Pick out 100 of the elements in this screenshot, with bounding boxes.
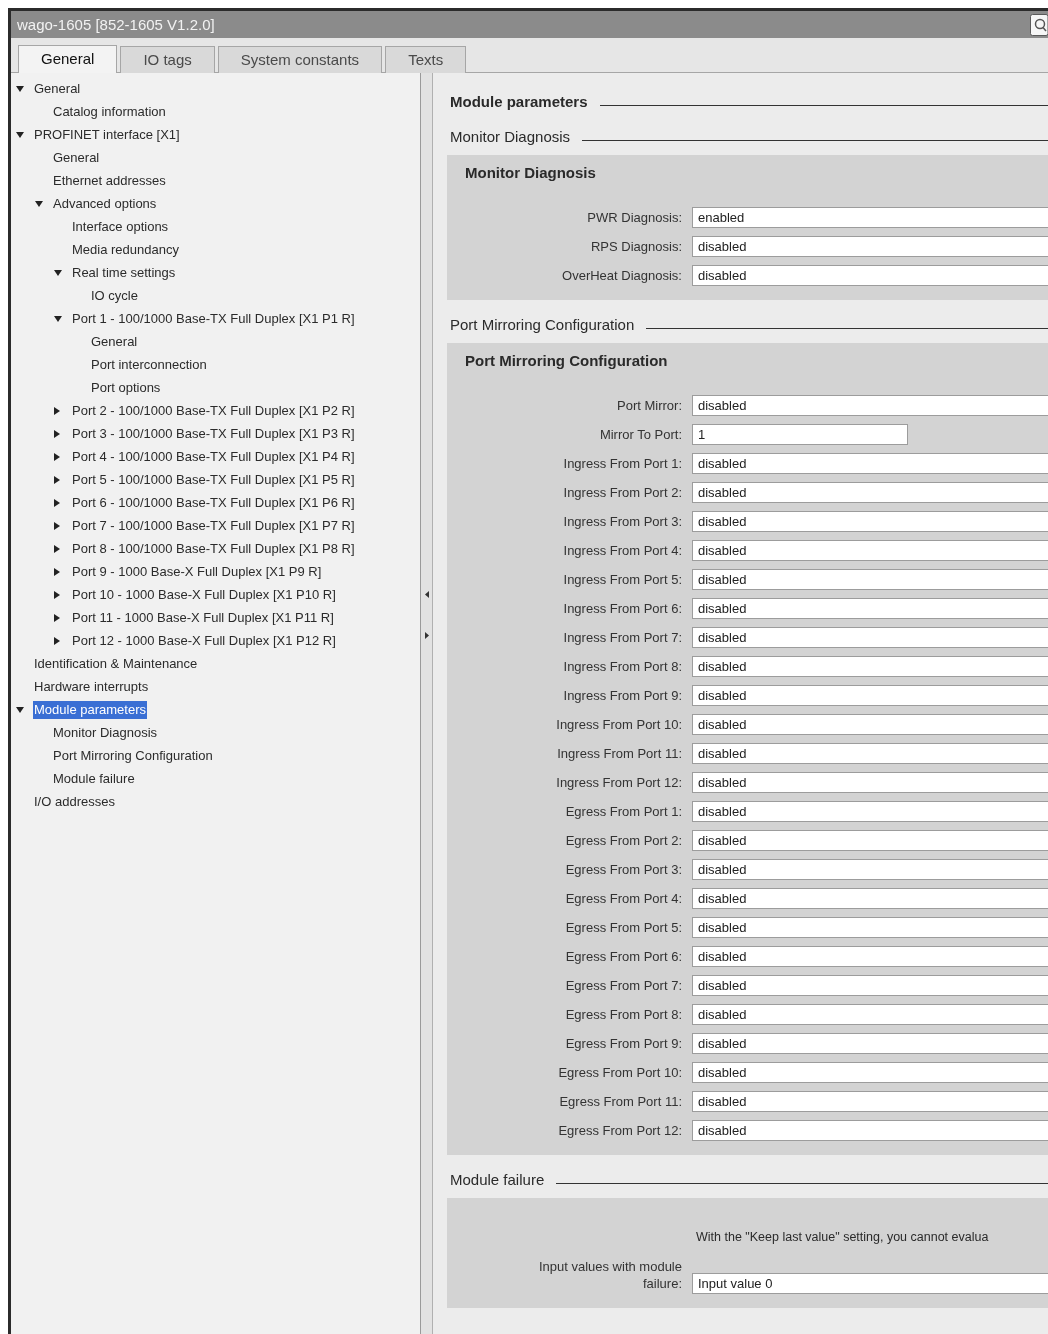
- dropdown-field[interactable]: disabled: [692, 453, 1048, 474]
- caret-right-icon[interactable]: [54, 406, 60, 415]
- dropdown-field[interactable]: disabled: [692, 685, 1048, 706]
- tree-item[interactable]: Port Mirroring Configuration: [52, 746, 214, 765]
- caret-down-icon[interactable]: [16, 85, 24, 92]
- tree-item[interactable]: I/O addresses: [33, 792, 116, 811]
- field-label: Egress From Port 1:: [565, 803, 682, 820]
- caret-right-icon[interactable]: [54, 590, 60, 599]
- dropdown-field[interactable]: disabled: [692, 801, 1048, 822]
- dropdown-field[interactable]: disabled: [692, 830, 1048, 851]
- dropdown-field[interactable]: disabled: [692, 236, 1048, 257]
- dropdown-field[interactable]: disabled: [692, 714, 1048, 735]
- dropdown-field[interactable]: disabled: [692, 482, 1048, 503]
- caret-down-icon[interactable]: [54, 269, 62, 276]
- tree-item[interactable]: Port options: [90, 378, 162, 397]
- dropdown-field[interactable]: disabled: [692, 569, 1048, 590]
- caret-down-icon[interactable]: [16, 131, 24, 138]
- section-heading: Monitor Diagnosis: [450, 127, 571, 147]
- tree-item[interactable]: Port 8 - 100/1000 Base-TX Full Duplex [X1 P8 R]: [71, 539, 356, 558]
- tree-item[interactable]: General: [90, 332, 139, 351]
- tree-item[interactable]: Port 7 - 100/1000 Base-TX Full Duplex [X1 P7 R]: [71, 516, 356, 535]
- tree-item[interactable]: Port 11 - 1000 Base-X Full Duplex [X1 P11 R]: [71, 608, 335, 627]
- dropdown-field[interactable]: disabled: [692, 656, 1048, 677]
- caret-right-icon[interactable]: [54, 636, 60, 645]
- caret-right-icon[interactable]: [54, 567, 60, 576]
- field-label: PWR Diagnosis:: [587, 209, 682, 226]
- field-label: Egress From Port 12:: [558, 1122, 682, 1139]
- dropdown-field[interactable]: disabled: [692, 265, 1048, 286]
- section-heading: Module parameters: [450, 92, 588, 112]
- tree-item[interactable]: Port 12 - 1000 Base-X Full Duplex [X1 P12 R]: [71, 631, 337, 650]
- tree-item[interactable]: Port interconnection: [90, 355, 208, 374]
- search-icon[interactable]: [1030, 13, 1048, 36]
- tree-item[interactable]: Port 10 - 1000 Base-X Full Duplex [X1 P10 R]: [71, 585, 337, 604]
- caret-right-icon[interactable]: [54, 452, 60, 461]
- dropdown-field[interactable]: enabled: [692, 207, 1048, 228]
- tree-item[interactable]: Port 4 - 100/1000 Base-TX Full Duplex [X1 P4 R]: [71, 447, 356, 466]
- caret-right-icon[interactable]: [54, 613, 60, 622]
- tree-item[interactable]: Monitor Diagnosis: [52, 723, 159, 742]
- tree-item[interactable]: Module failure: [52, 769, 136, 788]
- info-text: With the "Keep last value" setting, you cannot evalua: [696, 1229, 990, 1246]
- dropdown-field[interactable]: disabled: [692, 511, 1048, 532]
- dropdown-field[interactable]: disabled: [692, 1004, 1048, 1025]
- tab[interactable]: General: [18, 45, 118, 73]
- dropdown-field[interactable]: disabled: [692, 772, 1048, 793]
- tab[interactable]: System constants: [217, 46, 383, 73]
- tree-item[interactable]: General: [33, 79, 82, 98]
- tree-item[interactable]: PROFINET interface [X1]: [33, 125, 181, 144]
- tree-item[interactable]: Ethernet addresses: [52, 171, 167, 190]
- field-label: OverHeat Diagnosis:: [562, 267, 682, 284]
- dropdown-field[interactable]: disabled: [692, 917, 1048, 938]
- right-triangle-icon[interactable]: [424, 632, 429, 639]
- tab[interactable]: IO tags: [120, 46, 215, 73]
- dropdown-field[interactable]: disabled: [692, 598, 1048, 619]
- dropdown-field[interactable]: disabled: [692, 395, 1048, 416]
- dropdown-field[interactable]: disabled: [692, 1120, 1048, 1141]
- dropdown-field[interactable]: Input value 0: [692, 1273, 1048, 1294]
- caret-down-icon[interactable]: [16, 706, 24, 713]
- left-triangle-icon[interactable]: [424, 591, 429, 598]
- dropdown-field[interactable]: disabled: [692, 1033, 1048, 1054]
- tree-item[interactable]: Real time settings: [71, 263, 177, 282]
- tree-item[interactable]: Catalog information: [52, 102, 167, 121]
- caret-right-icon[interactable]: [54, 521, 60, 530]
- tree-item[interactable]: Interface options: [71, 217, 170, 236]
- field-label: Ingress From Port 10:: [556, 716, 682, 733]
- field-label: Egress From Port 4:: [565, 890, 682, 907]
- dropdown-field[interactable]: disabled: [692, 743, 1048, 764]
- dropdown-field[interactable]: disabled: [692, 627, 1048, 648]
- dropdown-field[interactable]: disabled: [692, 1091, 1048, 1112]
- tree-item[interactable]: Port 6 - 100/1000 Base-TX Full Duplex [X1 P6 R]: [71, 493, 356, 512]
- field-label: Ingress From Port 3:: [563, 513, 682, 530]
- dropdown-field[interactable]: disabled: [692, 975, 1048, 996]
- field-label: Ingress From Port 8:: [563, 658, 682, 675]
- tab[interactable]: Texts: [385, 46, 467, 73]
- tree-item[interactable]: Identification & Maintenance: [33, 654, 199, 673]
- dropdown-field[interactable]: disabled: [692, 859, 1048, 880]
- tree-item[interactable]: Module parameters: [33, 700, 147, 719]
- tree-item[interactable]: Port 2 - 100/1000 Base-TX Full Duplex [X1 P2 R]: [71, 401, 356, 420]
- tree-item[interactable]: Port 3 - 100/1000 Base-TX Full Duplex [X1 P3 R]: [71, 424, 356, 443]
- tree-item[interactable]: Port 9 - 1000 Base-X Full Duplex [X1 P9 R]: [71, 562, 323, 581]
- field-label: Input values with module failure:: [537, 1258, 682, 1292]
- dropdown-field[interactable]: disabled: [692, 540, 1048, 561]
- tree-item[interactable]: Advanced options: [52, 194, 158, 213]
- caret-down-icon[interactable]: [35, 200, 43, 207]
- caret-right-icon[interactable]: [54, 544, 60, 553]
- caret-down-icon[interactable]: [54, 315, 62, 322]
- dropdown-field[interactable]: disabled: [692, 888, 1048, 909]
- tree-item[interactable]: Media redundancy: [71, 240, 180, 259]
- field-label: Ingress From Port 2:: [563, 484, 682, 501]
- tree-item[interactable]: IO cycle: [90, 286, 139, 305]
- tree-item[interactable]: Port 5 - 100/1000 Base-TX Full Duplex [X1 P5 R]: [71, 470, 356, 489]
- tree-item[interactable]: Port 1 - 100/1000 Base-TX Full Duplex [X1 P1 R]: [71, 309, 356, 328]
- field-label: Egress From Port 9:: [565, 1035, 682, 1052]
- tree-item[interactable]: Hardware interrupts: [33, 677, 150, 696]
- tree-item[interactable]: General: [52, 148, 101, 167]
- dropdown-field[interactable]: disabled: [692, 946, 1048, 967]
- input-field[interactable]: 1: [692, 424, 908, 445]
- caret-right-icon[interactable]: [54, 475, 60, 484]
- caret-right-icon[interactable]: [54, 498, 60, 507]
- dropdown-field[interactable]: disabled: [692, 1062, 1048, 1083]
- caret-right-icon[interactable]: [54, 429, 60, 438]
